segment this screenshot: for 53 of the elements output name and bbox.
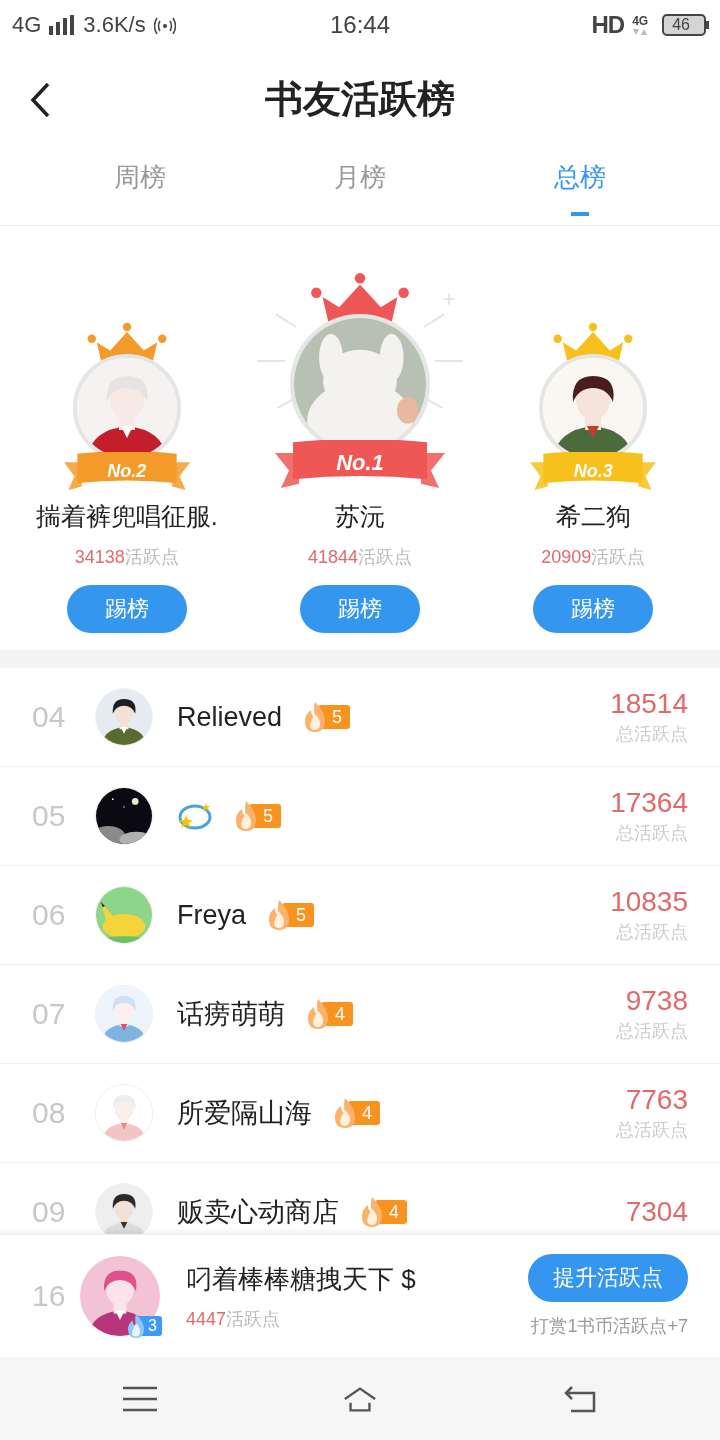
signal-icon	[49, 14, 76, 35]
battery-indicator: 46	[662, 13, 706, 36]
kick-button[interactable]: 踢榜	[300, 584, 420, 633]
rank-label: No.1	[336, 449, 384, 476]
network-type: 4G	[12, 11, 42, 38]
flame-icon	[359, 1197, 385, 1228]
score-unit: 活跃点	[124, 545, 179, 569]
network-speed: 3.6K/s	[83, 11, 146, 38]
return-icon[interactable]	[563, 1384, 597, 1413]
user-name: 希二狗	[555, 500, 631, 532]
score-value: 4447	[186, 1308, 227, 1330]
score-value: 34138	[74, 546, 125, 568]
user-name: Freya	[177, 899, 247, 931]
tab[interactable]: 周榜	[108, 149, 172, 216]
hint-text: 打赏1书币活跃点+7	[531, 1315, 688, 1339]
back-icon[interactable]	[30, 81, 50, 118]
page-title: 书友活跃榜	[265, 75, 455, 124]
flame-icon	[126, 1314, 147, 1339]
tab[interactable]: 月榜	[328, 149, 392, 216]
score-unit: 活跃点	[591, 545, 646, 569]
hd-indicator: HD	[591, 10, 625, 39]
user-name: 所爱隔山海	[177, 1097, 312, 1131]
tab[interactable]: 总榜	[548, 149, 612, 216]
score-value: 41844	[307, 546, 358, 568]
score-value: 9738	[625, 985, 688, 1018]
score-value: 20909	[541, 546, 592, 568]
kick-button[interactable]: 踢榜	[66, 584, 187, 633]
score-value: 7763	[625, 1084, 688, 1117]
clock: 16:44	[329, 10, 391, 39]
user-name: 贩卖心动商店	[177, 1196, 339, 1230]
user-name: 话痨萌萌	[177, 998, 285, 1032]
rank-label: No.2	[107, 460, 147, 482]
rank-label: No.3	[573, 460, 613, 482]
score-value: 17364	[610, 787, 688, 820]
user-name: Relieved	[177, 701, 283, 733]
data-arrows-icon	[633, 29, 648, 36]
flame-icon	[305, 999, 331, 1030]
score-unit: 活跃点	[358, 545, 412, 569]
network-type: 4G	[632, 14, 649, 29]
user-name: 叼着棒棒糖拽天下 $	[186, 1262, 417, 1296]
star-swirl-icon	[177, 801, 213, 832]
kick-button[interactable]: 踢榜	[533, 584, 654, 633]
score-value: 7304	[625, 1196, 688, 1229]
user-name: 苏沅	[335, 500, 385, 532]
user-name: 揣着裤兜唱征服.	[35, 500, 218, 532]
flame-icon	[332, 1098, 358, 1129]
hotspot-icon	[153, 15, 176, 34]
boost-button[interactable]: 提升活跃点	[528, 1254, 688, 1303]
menu-icon[interactable]	[123, 1384, 157, 1413]
score-unit: 活跃点	[226, 1307, 281, 1331]
score-value: 10835	[610, 886, 688, 919]
score-value: 18514	[610, 688, 688, 721]
flame-icon	[233, 801, 259, 832]
